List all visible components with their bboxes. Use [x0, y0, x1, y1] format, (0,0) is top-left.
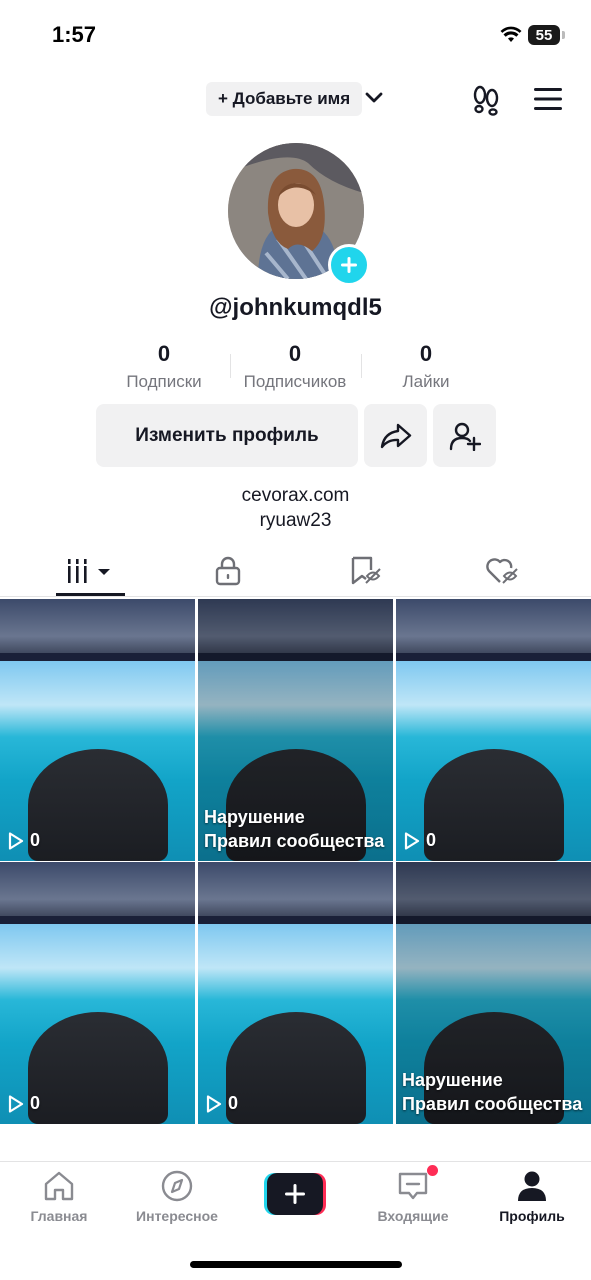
view-count-value: 0 — [426, 830, 437, 850]
tab-saved[interactable] — [291, 548, 438, 594]
plus-icon — [341, 257, 357, 273]
videos-grid-icon — [65, 559, 110, 583]
tab-liked[interactable] — [428, 548, 575, 594]
play-icon — [8, 831, 24, 850]
add-friend-button[interactable] — [433, 404, 496, 467]
violation-line1: Нарушение — [204, 807, 305, 827]
status-time: 1:57 — [52, 22, 97, 47]
battery-tip — [562, 31, 565, 39]
play-icon — [206, 1094, 222, 1113]
stat-followers-label: Подписчиков — [243, 372, 347, 391]
stat-following-value: 0 — [157, 341, 171, 366]
nav-discover[interactable]: Интересное — [118, 1170, 236, 1224]
inbox-icon — [398, 1172, 428, 1200]
nav-inbox[interactable]: Входящие — [354, 1170, 472, 1224]
violation-label: Нарушение Правил сообщества — [204, 805, 384, 853]
bio-link[interactable]: cevorax.com — [0, 485, 591, 507]
bookmark-icon — [351, 556, 381, 585]
lock-icon — [215, 556, 240, 586]
stat-likes[interactable]: 0 Лайки — [356, 340, 496, 392]
add-name-button[interactable]: + Добавьте имя — [206, 82, 363, 116]
username: @johnkumqdl5 — [209, 294, 382, 321]
nav-home-label: Главная — [30, 1208, 88, 1224]
tab-private[interactable] — [154, 548, 301, 594]
violation-line1: Нарушение — [402, 1070, 503, 1090]
share-icon — [380, 423, 411, 448]
view-count: 0 — [206, 1093, 238, 1114]
stat-following-label: Подписки — [126, 372, 202, 391]
battery-indicator: 55 — [528, 25, 560, 45]
nav-profile[interactable]: Профиль — [473, 1170, 591, 1224]
video-thumbnail[interactable]: 0 — [0, 599, 195, 861]
add-friend-icon — [449, 422, 481, 451]
video-thumbnail[interactable]: Нарушение Правил сообщества — [198, 599, 393, 861]
view-count-value: 0 — [30, 1093, 41, 1113]
nav-inbox-label: Входящие — [377, 1208, 449, 1224]
stat-following[interactable]: 0 Подписки — [94, 340, 234, 392]
heart-icon — [485, 558, 518, 584]
menu-icon[interactable] — [534, 87, 562, 111]
view-count: 0 — [404, 830, 436, 851]
violation-line2: Правил сообщества — [402, 1094, 583, 1114]
tabs-divider — [0, 596, 591, 597]
view-count-value: 0 — [30, 830, 41, 850]
create-button[interactable] — [264, 1173, 326, 1215]
view-count-value: 0 — [228, 1093, 239, 1113]
home-indicator — [190, 1261, 402, 1268]
share-profile-button[interactable] — [364, 404, 427, 467]
play-icon — [8, 1094, 24, 1113]
play-icon — [404, 831, 420, 850]
tab-videos[interactable] — [17, 548, 164, 594]
nav-divider — [0, 1161, 591, 1162]
stat-likes-value: 0 — [419, 341, 433, 366]
edit-profile-button[interactable]: Изменить профиль — [96, 404, 358, 467]
violation-label: Нарушение Правил сообщества — [402, 1068, 582, 1116]
nav-discover-label: Интересное — [136, 1208, 218, 1224]
chevron-down-icon[interactable] — [362, 86, 386, 110]
video-thumbnail[interactable]: 0 — [198, 862, 393, 1124]
wifi-icon — [500, 26, 522, 42]
violation-line2: Правил сообщества — [204, 831, 385, 851]
home-icon — [44, 1171, 74, 1201]
view-count: 0 — [8, 830, 40, 851]
nav-profile-label: Профиль — [499, 1208, 565, 1224]
plus-icon — [285, 1184, 305, 1204]
compass-icon — [161, 1170, 193, 1202]
profile-icon — [518, 1171, 546, 1201]
video-thumbnail[interactable]: 0 — [0, 862, 195, 1124]
add-avatar-button[interactable] — [328, 244, 370, 286]
nav-home[interactable]: Главная — [0, 1170, 118, 1224]
view-count: 0 — [8, 1093, 40, 1114]
stat-likes-label: Лайки — [402, 372, 450, 391]
video-thumbnail[interactable]: 0 — [396, 599, 591, 861]
bio-text: ryuaw23 — [259, 510, 332, 531]
footprints-icon[interactable] — [470, 84, 502, 116]
stat-followers[interactable]: 0 Подписчиков — [225, 340, 365, 392]
stat-followers-value: 0 — [288, 341, 302, 366]
notification-dot — [427, 1165, 438, 1176]
video-thumbnail[interactable]: Нарушение Правил сообщества — [396, 862, 591, 1124]
